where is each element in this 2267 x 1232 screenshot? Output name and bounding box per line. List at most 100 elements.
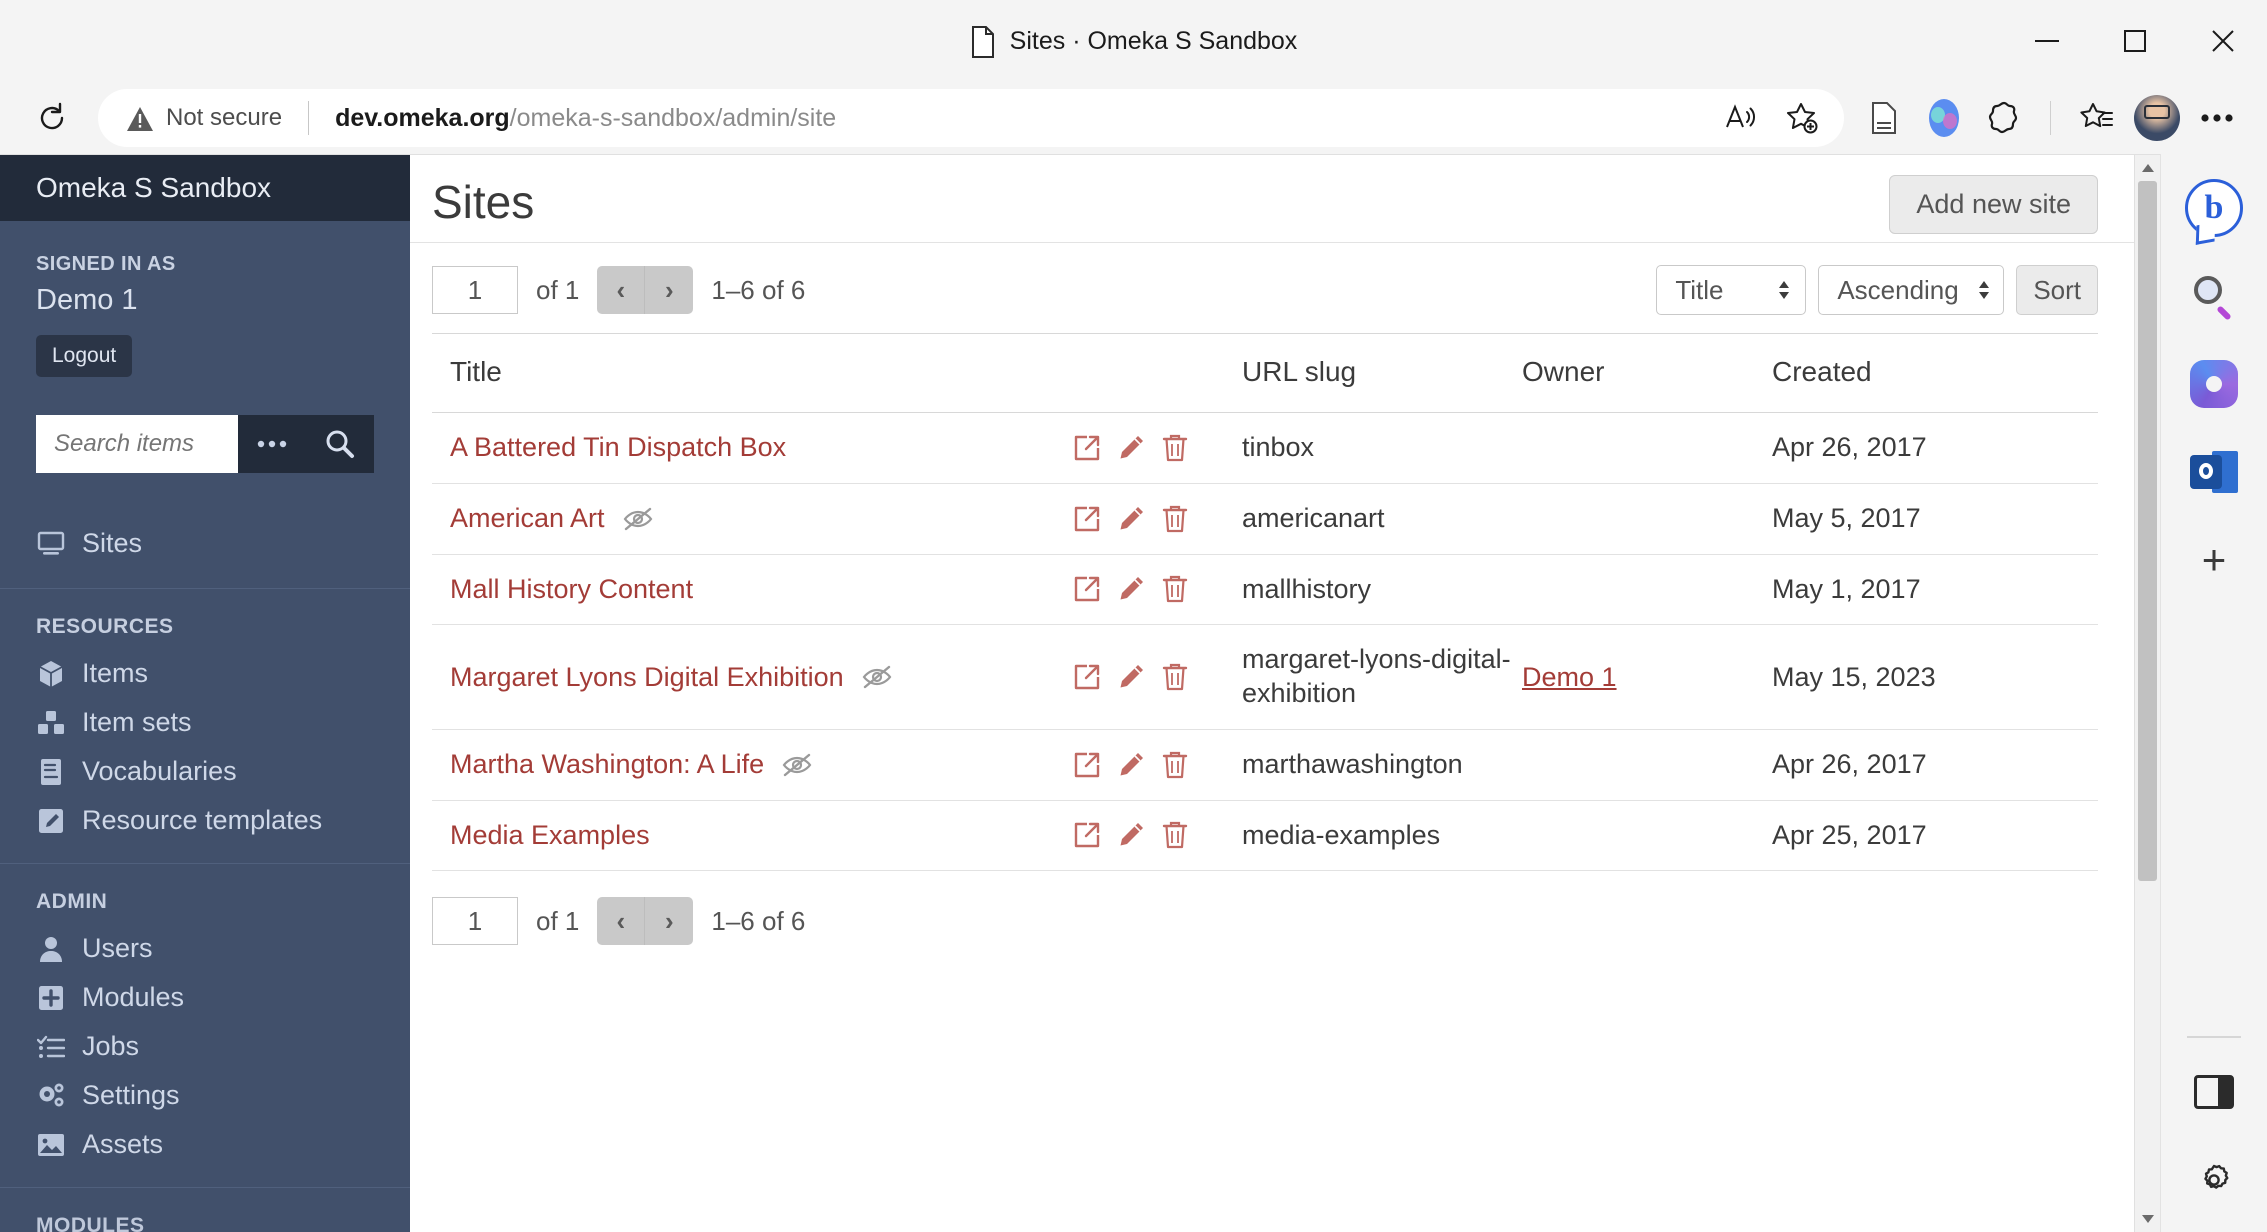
browser-window: Sites · Omeka S Sandbox Not secure dev.o…	[0, 0, 2267, 1232]
search-input[interactable]	[36, 415, 238, 473]
profile-avatar[interactable]	[2129, 90, 2185, 146]
next-page-button-bottom[interactable]: ›	[645, 897, 694, 946]
scroll-up-arrow-icon[interactable]	[2135, 155, 2161, 181]
sort-direction-select[interactable]: Ascending	[1818, 265, 2005, 315]
column-header-created[interactable]: Created	[1772, 333, 2098, 413]
sidebar-item-label: Vocabularies	[82, 756, 237, 786]
sidebar-settings-icon[interactable]	[2178, 1144, 2250, 1216]
created-date-text: Apr 26, 2017	[1772, 432, 1927, 463]
open-external-icon[interactable]	[1072, 662, 1102, 692]
result-range-label-bottom: 1–6 of 6	[711, 905, 806, 936]
add-favorite-icon[interactable]	[1774, 90, 1830, 146]
logout-button[interactable]: Logout	[36, 335, 133, 377]
bing-chat-icon[interactable]: b	[2178, 172, 2250, 244]
sidebar-item-label: Settings	[82, 1080, 180, 1110]
delete-trash-icon[interactable]	[1160, 433, 1190, 463]
edit-pencil-icon[interactable]	[1116, 750, 1146, 780]
sidebar-item-modules[interactable]: Modules	[36, 973, 374, 1022]
delete-trash-icon[interactable]	[1160, 504, 1190, 534]
sort-by-select[interactable]: Title	[1656, 265, 1807, 315]
favorites-icon[interactable]	[2069, 90, 2125, 146]
column-header-url-slug[interactable]: URL slug	[1242, 333, 1522, 413]
page-count-label: of 1	[536, 274, 580, 305]
read-aloud-icon[interactable]	[1712, 90, 1768, 146]
owner-link[interactable]: Demo 1	[1522, 662, 1617, 692]
sidebar-item-vocabularies[interactable]: Vocabularies	[36, 747, 374, 796]
site-title-link[interactable]: Martha Washington: A Life	[450, 749, 764, 780]
cell-title: Martha Washington: A Life	[432, 729, 1072, 801]
sidebar-item-items[interactable]: Items	[36, 649, 374, 698]
previous-page-button[interactable]: ‹	[597, 266, 646, 314]
edit-pencil-icon[interactable]	[1116, 504, 1146, 534]
sidebar-item-users[interactable]: Users	[36, 924, 374, 973]
sidebar-item-jobs[interactable]: Jobs	[36, 1022, 374, 1071]
outlook-icon[interactable]	[2178, 436, 2250, 508]
edit-pencil-icon[interactable]	[1116, 433, 1146, 463]
column-header-title[interactable]: Title	[432, 333, 1072, 413]
search-submit-button[interactable]	[306, 415, 374, 473]
collections-icon[interactable]	[1856, 90, 1912, 146]
close-icon[interactable]	[2179, 0, 2267, 82]
table-row: Mall History Content mallhistory May 1, 20…	[432, 554, 2098, 626]
omnibox[interactable]: Not secure dev.omeka.org/omeka-s-sandbox…	[98, 89, 1844, 147]
site-title-link[interactable]: Media Examples	[450, 820, 650, 851]
browser-essentials-icon[interactable]	[1976, 90, 2032, 146]
open-external-icon[interactable]	[1072, 820, 1102, 850]
delete-trash-icon[interactable]	[1160, 820, 1190, 850]
edit-pencil-icon[interactable]	[1116, 820, 1146, 850]
advanced-search-button[interactable]	[238, 415, 306, 473]
scrollbar-track[interactable]	[2135, 181, 2160, 1206]
sidebar-brand[interactable]: Omeka S Sandbox	[0, 155, 410, 221]
url-text[interactable]: dev.omeka.org/omeka-s-sandbox/admin/site	[335, 104, 1712, 133]
scrollbar-thumb[interactable]	[2138, 181, 2157, 881]
scroll-down-arrow-icon[interactable]	[2135, 1206, 2161, 1232]
page-scrollbar[interactable]	[2134, 155, 2160, 1232]
sidebar-item-assets[interactable]: Assets	[36, 1120, 374, 1169]
security-indicator[interactable]: Not secure	[126, 104, 282, 132]
sidebar-item-sites[interactable]: Sites	[36, 519, 374, 568]
page-title: Sites	[432, 176, 535, 228]
column-header-actions	[1072, 333, 1242, 413]
sort-button[interactable]: Sort	[2016, 265, 2098, 315]
edit-pencil-icon[interactable]	[1116, 574, 1146, 604]
omeka-main-content: Sites Add new site of 1 ‹ › 1–6 of 6	[410, 155, 2134, 1232]
edit-pencil-icon[interactable]	[1116, 662, 1146, 692]
cell-created: Apr 26, 2017	[1772, 412, 2098, 484]
delete-trash-icon[interactable]	[1160, 662, 1190, 692]
browser-viewport: Omeka S Sandbox SIGNED IN AS Demo 1 Logo…	[0, 154, 2267, 1232]
delete-trash-icon[interactable]	[1160, 574, 1190, 604]
site-title-link[interactable]: Mall History Content	[450, 574, 693, 605]
sidebar-item-label: Assets	[82, 1129, 164, 1159]
page-number-input[interactable]	[432, 266, 518, 314]
copilot-icon[interactable]	[1916, 90, 1972, 146]
open-external-icon[interactable]	[1072, 504, 1102, 534]
cell-actions	[1072, 483, 1242, 555]
open-external-icon[interactable]	[1072, 433, 1102, 463]
browser-addressbar: Not secure dev.omeka.org/omeka-s-sandbox…	[0, 82, 2267, 154]
column-header-owner[interactable]: Owner	[1522, 333, 1772, 413]
split-screen-icon[interactable]	[2178, 1056, 2250, 1128]
page-number-input-bottom[interactable]	[432, 897, 518, 946]
sidebar-item-settings[interactable]: Settings	[36, 1071, 374, 1120]
sidebar-item-resource-templates[interactable]: Resource templates	[36, 796, 374, 845]
microsoft-365-icon[interactable]	[2178, 348, 2250, 420]
site-title-link[interactable]: A Battered Tin Dispatch Box	[450, 432, 786, 463]
open-external-icon[interactable]	[1072, 574, 1102, 604]
minimize-icon[interactable]	[2003, 0, 2091, 82]
add-new-site-button[interactable]: Add new site	[1889, 175, 2098, 234]
browser-titlebar: Sites · Omeka S Sandbox	[0, 0, 2267, 82]
browser-tab[interactable]: Sites · Omeka S Sandbox	[0, 0, 2267, 82]
sidebar-item-item-sets[interactable]: Item sets	[36, 698, 374, 747]
add-sidebar-app-icon[interactable]: +	[2178, 524, 2250, 596]
more-options-icon[interactable]	[2189, 90, 2245, 146]
site-title-link[interactable]: American Art	[450, 503, 605, 534]
site-title-link[interactable]: Margaret Lyons Digital Exhibition	[450, 662, 844, 693]
delete-trash-icon[interactable]	[1160, 750, 1190, 780]
signed-in-block: SIGNED IN AS Demo 1 Logout	[0, 221, 410, 377]
maximize-icon[interactable]	[2091, 0, 2179, 82]
search-icon[interactable]	[2178, 260, 2250, 332]
previous-page-button-bottom[interactable]: ‹	[597, 897, 646, 946]
next-page-button[interactable]: ›	[645, 266, 694, 314]
reload-icon[interactable]	[24, 90, 80, 146]
open-external-icon[interactable]	[1072, 750, 1102, 780]
